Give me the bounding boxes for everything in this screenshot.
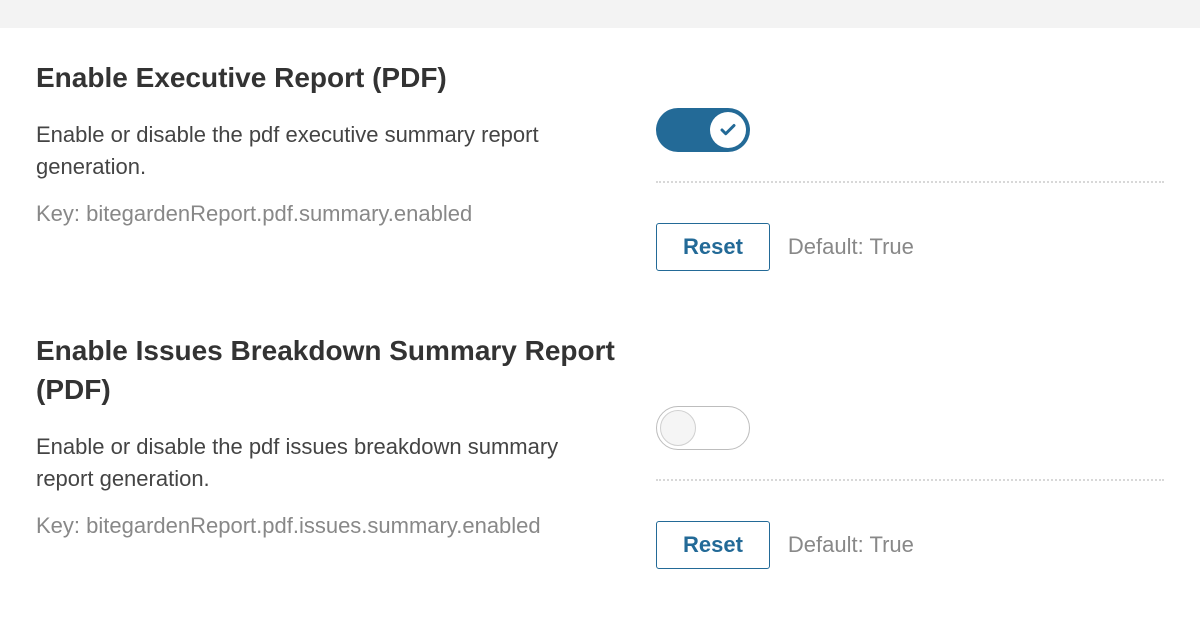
- setting-key: Key: bitegardenReport.pdf.issues.summary…: [36, 511, 616, 542]
- reset-row: Reset Default: True: [656, 223, 1164, 271]
- check-icon: [719, 121, 737, 139]
- divider: [656, 479, 1164, 481]
- divider: [656, 181, 1164, 183]
- setting-title: Enable Issues Breakdown Summary Report (…: [36, 331, 616, 409]
- setting-executive-report: Enable Executive Report (PDF) Enable or …: [36, 58, 1164, 271]
- default-label: Default: True: [788, 234, 914, 260]
- setting-key: Key: bitegardenReport.pdf.summary.enable…: [36, 199, 616, 230]
- setting-right: Reset Default: True: [656, 331, 1164, 569]
- reset-button[interactable]: Reset: [656, 521, 770, 569]
- toggle-knob: [710, 112, 746, 148]
- reset-row: Reset Default: True: [656, 521, 1164, 569]
- setting-right: Reset Default: True: [656, 58, 1164, 271]
- setting-issues-breakdown: Enable Issues Breakdown Summary Report (…: [36, 331, 1164, 569]
- setting-description: Enable or disable the pdf executive summ…: [36, 119, 616, 183]
- default-label: Default: True: [788, 532, 914, 558]
- settings-content: Enable Executive Report (PDF) Enable or …: [0, 28, 1200, 569]
- reset-button[interactable]: Reset: [656, 223, 770, 271]
- toggle-executive-report[interactable]: [656, 108, 750, 152]
- setting-left: Enable Executive Report (PDF) Enable or …: [36, 58, 656, 230]
- toggle-issues-breakdown[interactable]: [656, 406, 750, 450]
- setting-description: Enable or disable the pdf issues breakdo…: [36, 431, 616, 495]
- top-bar: [0, 0, 1200, 28]
- toggle-area: [656, 406, 1164, 455]
- toggle-area: [656, 108, 1164, 157]
- toggle-knob: [660, 410, 696, 446]
- setting-title: Enable Executive Report (PDF): [36, 58, 616, 97]
- setting-left: Enable Issues Breakdown Summary Report (…: [36, 331, 656, 542]
